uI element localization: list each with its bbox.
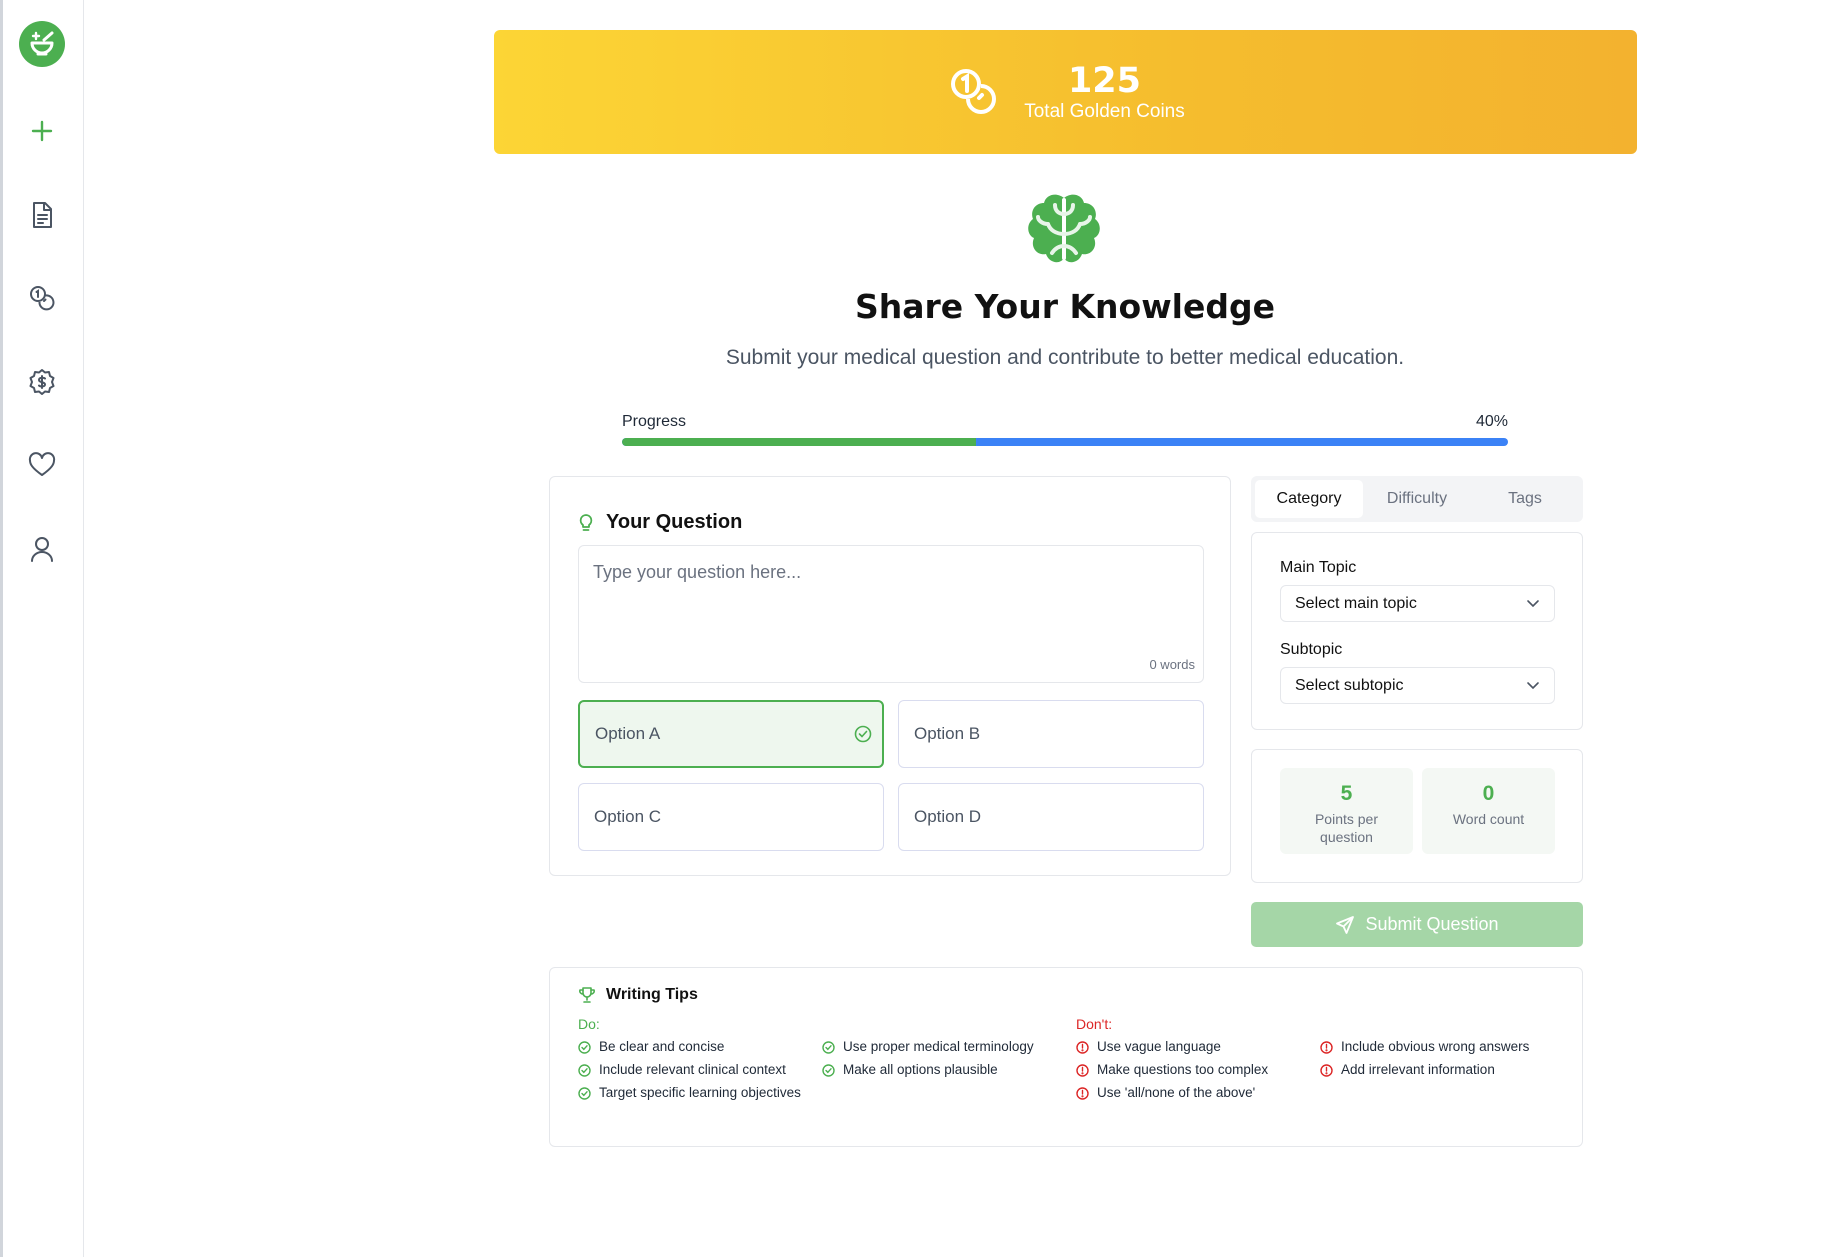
dont-tip-text: Include obvious wrong answers — [1341, 1039, 1530, 1054]
trophy-icon — [579, 987, 595, 1003]
do-tip-text: Target specific learning objectives — [599, 1085, 801, 1100]
page-title: Share Your Knowledge — [854, 287, 1275, 326]
points-value: 5 — [1340, 782, 1353, 805]
tab-tags[interactable]: Tags — [1471, 480, 1579, 518]
mortar-bowl-icon — [30, 31, 54, 56]
do-tip: Use proper medical terminology — [822, 1038, 1062, 1056]
word-count-stat: 0 Word count — [1422, 768, 1555, 854]
stats-card: 5 Points per question 0 Word count — [1251, 749, 1583, 883]
coin-total-label: Total Golden Coins — [1024, 101, 1185, 122]
do-tip: Include relevant clinical context — [578, 1061, 808, 1079]
check-circle-icon — [822, 1064, 835, 1077]
dollar-badge-icon — [29, 369, 55, 395]
main-topic-value: Select main topic — [1295, 594, 1417, 612]
dont-tip: Use vague language — [1076, 1038, 1306, 1056]
option-b-label: Option B — [914, 724, 981, 743]
subtopic-select[interactable]: Select subtopic — [1280, 667, 1555, 704]
do-tip: Make all options plausible — [822, 1061, 1062, 1079]
main-topic-label: Main Topic — [1280, 559, 1357, 576]
dont-tip-text: Add irrelevant information — [1341, 1062, 1495, 1077]
dont-tip: Use 'all/none of the above' — [1076, 1084, 1306, 1102]
chevron-down-icon — [1527, 682, 1539, 690]
heart-icon — [28, 452, 56, 476]
tab-category[interactable]: Category — [1255, 480, 1363, 518]
sidebar — [0, 0, 84, 1257]
submit-button[interactable]: Submit Question — [1251, 902, 1583, 947]
word-count-value: 0 — [1482, 782, 1495, 805]
dont-tip: Include obvious wrong answers — [1320, 1038, 1560, 1056]
word-counter: 0 words — [1149, 657, 1195, 672]
brain-icon — [1028, 194, 1100, 263]
coins-banner: 125 Total Golden Coins — [494, 30, 1637, 154]
progress-bar — [622, 438, 1508, 446]
dont-label: Don't: — [1076, 1016, 1113, 1032]
do-tip-text: Be clear and concise — [599, 1039, 725, 1054]
chevron-down-icon — [1527, 600, 1539, 608]
progress-percent: 40% — [1475, 413, 1508, 430]
do-tip: Target specific learning objectives — [578, 1084, 808, 1102]
sidebar-item-new[interactable] — [19, 108, 65, 154]
sidebar-item-profile[interactable] — [19, 526, 65, 572]
alert-circle-icon — [1320, 1041, 1333, 1054]
question-card: Your Question Type your question here...… — [549, 476, 1231, 876]
dont-tip-text: Use vague language — [1097, 1039, 1221, 1054]
dont-tip-text: Use 'all/none of the above' — [1097, 1085, 1256, 1100]
question-header: Your Question — [578, 511, 742, 534]
points-stat: 5 Points per question — [1280, 768, 1413, 854]
app-logo[interactable] — [19, 21, 65, 67]
do-tip-text: Use proper medical terminology — [843, 1039, 1034, 1054]
option-c-label: Option C — [594, 807, 662, 826]
sidebar-item-documents[interactable] — [19, 192, 65, 238]
alert-circle-icon — [1076, 1087, 1089, 1100]
option-a-label: Option A — [595, 724, 661, 743]
check-circle-icon — [854, 725, 872, 743]
dont-tip: Make questions too complex — [1076, 1061, 1306, 1079]
points-label: Points per question — [1314, 811, 1379, 845]
dont-tip: Add irrelevant information — [1320, 1061, 1560, 1079]
tab-difficulty[interactable]: Difficulty — [1363, 480, 1471, 518]
option-c[interactable]: Option C — [578, 783, 884, 851]
option-a[interactable]: Option A — [578, 700, 884, 768]
question-textarea[interactable]: Type your question here... 0 words — [578, 545, 1204, 683]
check-circle-icon — [578, 1064, 591, 1077]
document-icon — [33, 202, 52, 228]
tips-header: Writing Tips — [578, 986, 698, 1004]
user-icon — [31, 537, 53, 562]
check-circle-icon — [578, 1087, 591, 1100]
question-placeholder: Type your question here... — [593, 562, 802, 582]
progress-label: Progress — [622, 413, 687, 430]
word-count-label: Word count — [1452, 811, 1525, 827]
submit-label: Submit Question — [1365, 914, 1499, 934]
main-topic-select[interactable]: Select main topic — [1280, 585, 1555, 622]
check-circle-icon — [578, 1041, 591, 1054]
alert-circle-icon — [1076, 1064, 1089, 1077]
topic-card: Main Topic Select main topic Subtopic Se… — [1251, 532, 1583, 730]
do-label: Do: — [578, 1016, 600, 1032]
alert-circle-icon — [1076, 1041, 1089, 1054]
subtopic-value: Select subtopic — [1295, 676, 1404, 694]
option-d[interactable]: Option D — [898, 783, 1204, 851]
progress-fill — [622, 438, 977, 446]
page-subtitle: Submit your medical question and contrib… — [725, 346, 1405, 369]
coins-icon — [951, 69, 997, 114]
do-tip-text: Make all options plausible — [843, 1062, 998, 1077]
do-tip-text: Include relevant clinical context — [599, 1062, 786, 1077]
alert-circle-icon — [1320, 1064, 1333, 1077]
sidebar-item-favorites[interactable] — [19, 442, 65, 488]
option-b[interactable]: Option B — [898, 700, 1204, 768]
question-title: Your Question — [606, 511, 743, 533]
do-tip: Be clear and concise — [578, 1038, 808, 1056]
subtopic-label: Subtopic — [1280, 641, 1343, 658]
send-icon — [1336, 915, 1355, 934]
plus-icon — [31, 120, 53, 142]
option-d-label: Option D — [914, 807, 982, 826]
dont-tip-text: Make questions too complex — [1097, 1062, 1269, 1077]
tips-title: Writing Tips — [606, 986, 698, 1003]
lightbulb-icon — [579, 513, 593, 531]
coin-total: 125 — [1067, 61, 1142, 101]
check-circle-icon — [822, 1041, 835, 1054]
writing-tips-card: Writing Tips Do: Don't: Be clear and con… — [549, 967, 1583, 1147]
meta-tabs: Category Difficulty Tags — [1251, 476, 1583, 522]
